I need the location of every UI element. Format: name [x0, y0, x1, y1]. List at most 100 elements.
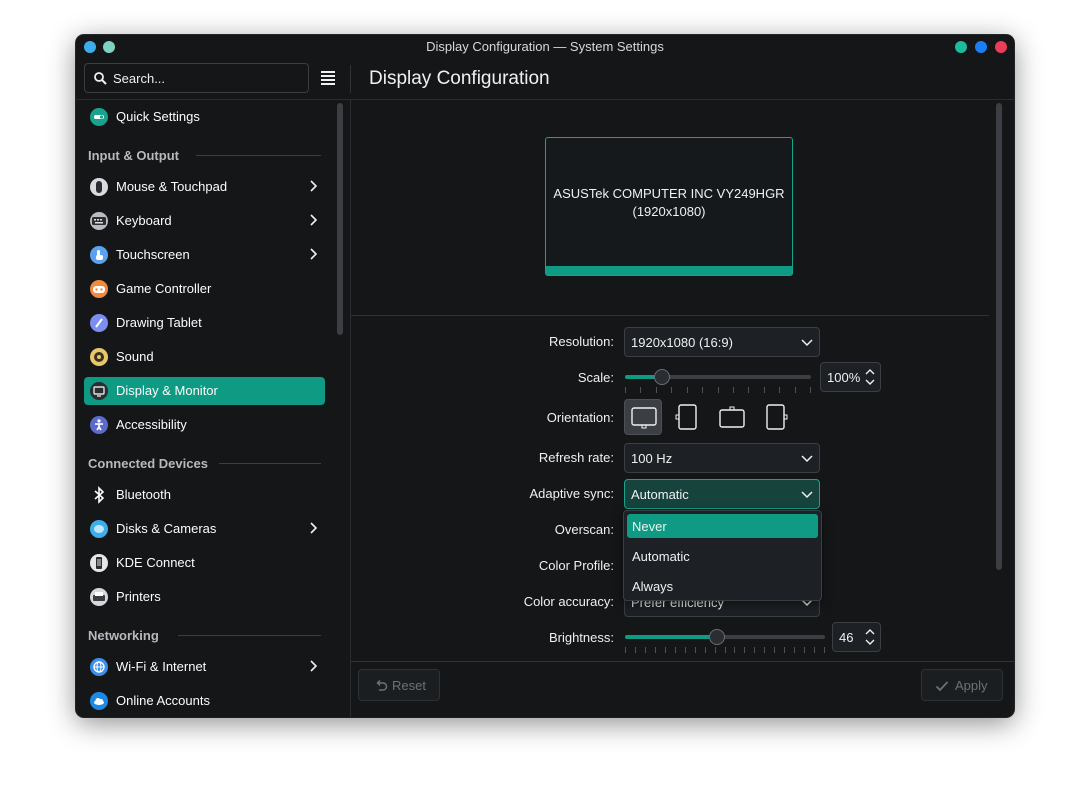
brightness-value: 46 — [839, 630, 854, 645]
sidebar-scrollbar[interactable] — [337, 103, 343, 335]
sidebar-item-kde-connect[interactable]: KDE Connect — [84, 549, 325, 577]
sidebar-item-quick-settings[interactable]: Quick Settings — [84, 103, 325, 131]
monitor-primary-bar — [546, 266, 792, 275]
slider-tick — [784, 647, 785, 653]
chevron-right-icon — [310, 660, 317, 672]
slider-tick — [675, 647, 676, 653]
scale-slider[interactable] — [625, 365, 813, 395]
apply-button[interactable]: Apply — [921, 669, 1003, 701]
monitor-name: ASUSTek COMPUTER INC VY249HGR — [553, 186, 785, 201]
sidebar-item-keyboard[interactable]: Keyboard — [84, 207, 325, 235]
section-networking: Networking — [88, 628, 159, 643]
sidebar-item-printers[interactable]: Printers — [84, 583, 325, 611]
disks-icon — [90, 520, 108, 538]
adaptive-sync-combobox[interactable]: Automatic — [624, 479, 820, 509]
sidebar-item-label: Bluetooth — [116, 487, 171, 502]
scale-slider-handle[interactable] — [654, 369, 670, 385]
resolution-value: 1920x1080 (16:9) — [631, 335, 733, 350]
orientation-flipped-button[interactable] — [713, 399, 751, 435]
slider-tick — [665, 647, 666, 653]
spin-arrows-icon[interactable] — [865, 367, 875, 387]
monitor-resolution: (1920x1080) — [632, 204, 706, 219]
minimize-button[interactable] — [955, 41, 967, 53]
resolution-label: Resolution: — [548, 334, 614, 349]
slider-tick — [685, 647, 686, 653]
keyboard-icon — [90, 212, 108, 230]
adaptive-sync-value: Automatic — [631, 487, 689, 502]
maximize-button[interactable] — [975, 41, 987, 53]
sidebar-item-mouse-touchpad[interactable]: Mouse & Touchpad — [84, 173, 325, 201]
search-input[interactable]: Search... — [84, 63, 309, 93]
reset-button[interactable]: Reset — [358, 669, 440, 701]
main-scrollbar[interactable] — [996, 103, 1002, 570]
spin-arrows-icon[interactable] — [865, 627, 875, 647]
slider-tick — [733, 387, 734, 393]
section-connected-devices: Connected Devices — [88, 456, 208, 471]
orientation-portrait-right-button[interactable] — [757, 399, 795, 435]
portrait-right-icon — [766, 404, 788, 430]
adaptive-sync-option-always[interactable]: Always — [627, 574, 818, 598]
system-settings-window: Display Configuration — System Settings … — [76, 35, 1014, 717]
close-button[interactable] — [995, 41, 1007, 53]
touchscreen-icon — [90, 246, 108, 264]
sidebar-item-wifi-internet[interactable]: Wi-Fi & Internet — [84, 653, 325, 681]
preview-separator — [351, 315, 989, 316]
chevron-right-icon — [310, 522, 317, 534]
slider-tick — [635, 647, 636, 653]
sidebar-item-label: Drawing Tablet — [116, 315, 202, 330]
sidebar-item-label: Disks & Cameras — [116, 521, 217, 536]
sidebar-item-drawing-tablet[interactable]: Drawing Tablet — [84, 309, 325, 337]
slider-tick — [715, 647, 716, 653]
slider-tick — [804, 647, 805, 653]
section-divider — [196, 155, 321, 156]
monitor-preview[interactable]: ASUSTek COMPUTER INC VY249HGR (1920x1080… — [545, 137, 793, 276]
checkmark-icon — [935, 681, 949, 692]
slider-tick — [656, 387, 657, 393]
color-profile-label: Color Profile: — [538, 558, 614, 573]
orientation-portrait-button[interactable] — [668, 399, 706, 435]
slider-tick — [744, 647, 745, 653]
slider-tick — [625, 647, 626, 653]
section-divider — [219, 463, 321, 464]
slider-tick — [794, 647, 795, 653]
header-divider — [350, 65, 351, 93]
scale-spinbox[interactable]: 100% — [820, 362, 881, 392]
slider-tick — [764, 647, 765, 653]
slider-tick — [824, 647, 825, 653]
sidebar-item-bluetooth[interactable]: Bluetooth — [84, 481, 325, 509]
sidebar-item-accessibility[interactable]: Accessibility — [84, 411, 325, 439]
mouse-icon — [90, 178, 108, 196]
sidebar-item-online-accounts[interactable]: Online Accounts — [84, 687, 325, 715]
chevron-down-icon — [801, 339, 813, 347]
sidebar-item-label: Sound — [116, 349, 154, 364]
sidebar-item-disks-cameras[interactable]: Disks & Cameras — [84, 515, 325, 543]
cloud-icon — [90, 692, 108, 710]
adaptive-sync-label: Adaptive sync: — [529, 486, 614, 501]
adaptive-sync-option-never[interactable]: Never — [627, 514, 818, 538]
slider-tick — [702, 387, 703, 393]
wifi-icon — [90, 658, 108, 676]
title-bar[interactable]: Display Configuration — System Settings — [76, 35, 1014, 59]
orientation-landscape-button[interactable] — [624, 399, 662, 435]
printer-icon — [90, 588, 108, 606]
bluetooth-icon — [90, 486, 108, 504]
slider-tick — [625, 387, 626, 393]
sidebar-item-touchscreen[interactable]: Touchscreen — [84, 241, 325, 269]
landscape-flipped-icon — [719, 406, 745, 428]
hamburger-menu-icon[interactable] — [321, 71, 335, 85]
refresh-rate-combobox[interactable]: 100 Hz — [624, 443, 820, 473]
slider-tick — [725, 647, 726, 653]
slider-tick — [810, 387, 811, 393]
resolution-combobox[interactable]: 1920x1080 (16:9) — [624, 327, 820, 357]
sidebar-item-display-monitor[interactable]: Display & Monitor — [84, 377, 325, 405]
sidebar-item-label: Display & Monitor — [116, 383, 218, 398]
brightness-spinbox[interactable]: 46 — [832, 622, 881, 652]
brightness-slider-handle[interactable] — [709, 629, 725, 645]
brightness-slider[interactable] — [625, 625, 827, 655]
sidebar-item-label: Accessibility — [116, 417, 187, 432]
adaptive-sync-option-automatic[interactable]: Automatic — [627, 544, 818, 568]
sidebar-item-game-controller[interactable]: Game Controller — [84, 275, 325, 303]
brightness-label: Brightness: — [548, 630, 614, 645]
chevron-right-icon — [310, 180, 317, 192]
sidebar-item-sound[interactable]: Sound — [84, 343, 325, 371]
